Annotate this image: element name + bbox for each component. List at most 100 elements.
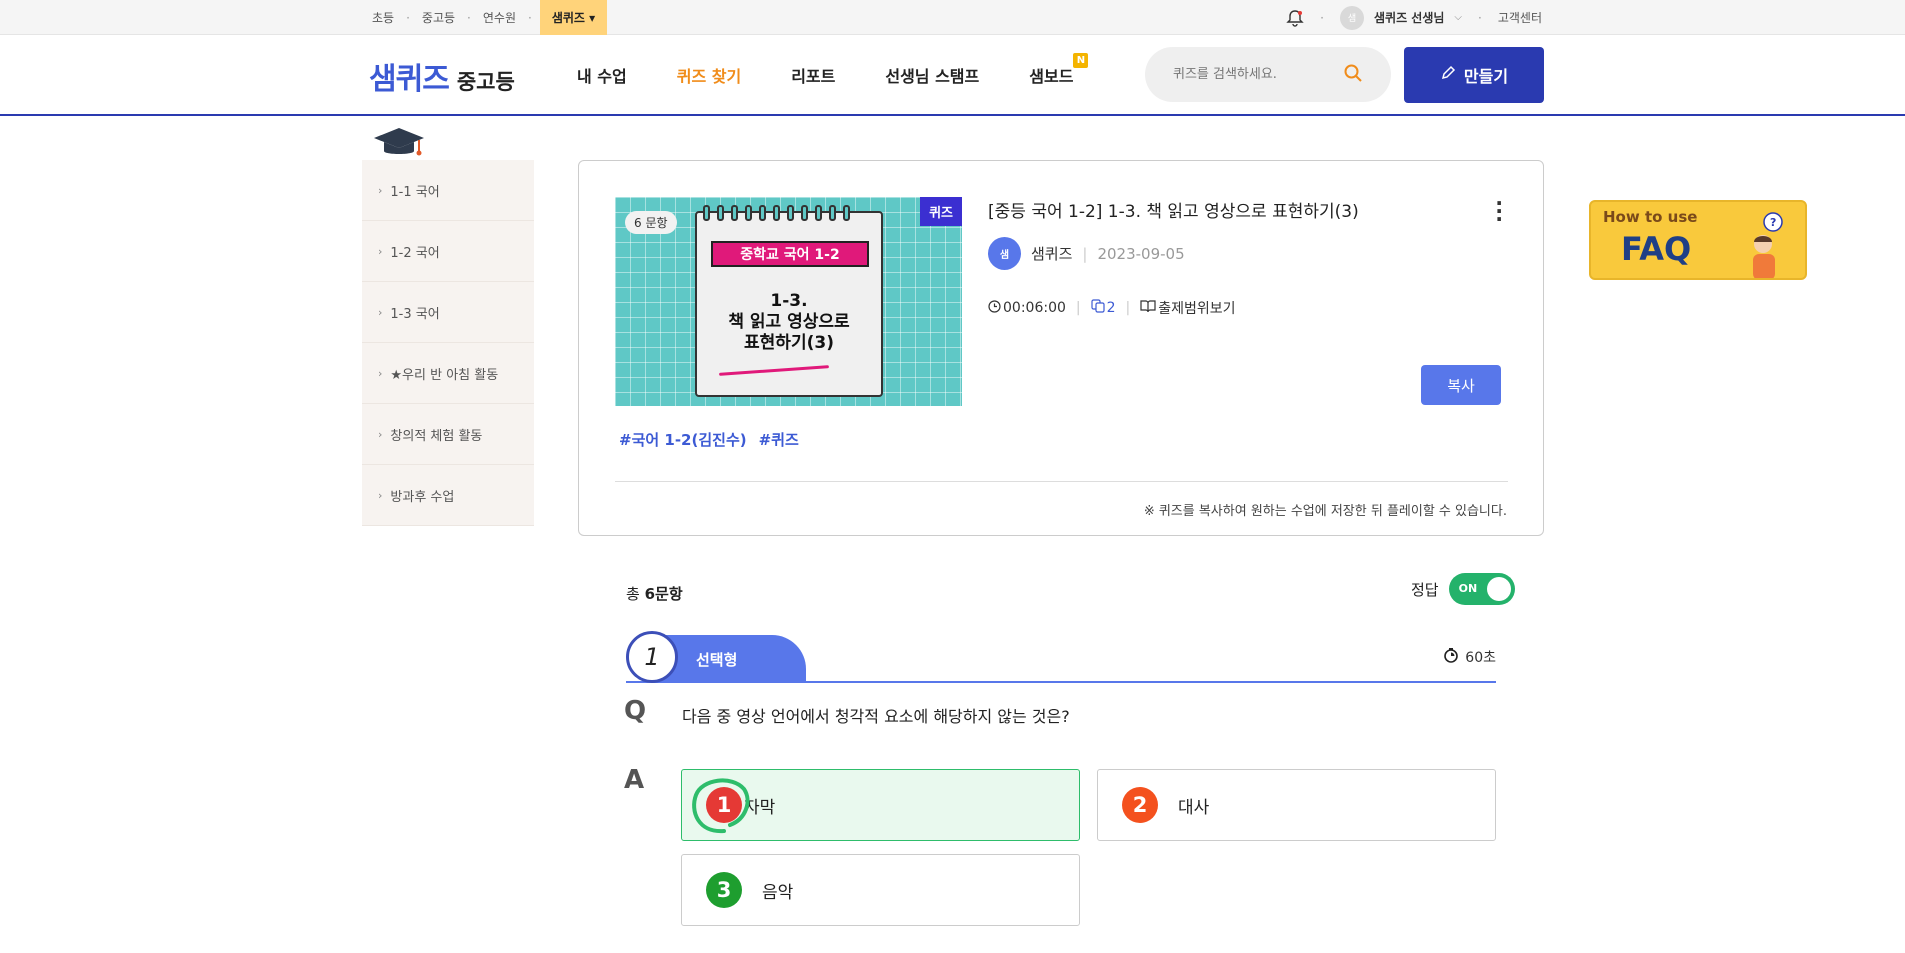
top-utility-bar: 초등 · 중고등 · 연수원 · 샘퀴즈 ▾ · 샘 샘퀴즈 선생님 ⌵ · 고… <box>0 0 1905 35</box>
total-questions: 총 6문항 <box>626 583 683 604</box>
sidebar-item-afterschool[interactable]: › 방과후 수업 <box>362 465 534 526</box>
search-icon[interactable] <box>1343 63 1363 87</box>
copy-button[interactable]: 복사 <box>1421 365 1501 405</box>
logo[interactable]: 샘퀴즈 중고등 <box>369 54 515 98</box>
thumb-body: 1-3. 책 읽고 영상으로 표현하기(3) <box>697 291 881 354</box>
sidebar-item-morning[interactable]: › ★우리 반 아침 활동 <box>362 343 534 404</box>
correct-answer-mark <box>688 773 758 835</box>
time-limit-value: 60초 <box>1465 650 1496 666</box>
thumb-line: 1-3. <box>770 291 808 311</box>
sidebar-item-1-2[interactable]: › 1-2 국어 <box>362 221 534 282</box>
toggle-state: ON <box>1458 582 1478 595</box>
faq-title: FAQ <box>1621 230 1692 268</box>
chevron-right-icon: › <box>378 427 383 441</box>
more-options-icon[interactable]: · · · <box>1495 193 1503 229</box>
class-sidebar: › 1-1 국어 › 1-2 국어 › 1-3 국어 › ★우리 반 아침 활동 › 창의… <box>362 160 534 526</box>
sidebar-item-label: 1-2 국어 <box>390 245 440 261</box>
link-training[interactable]: 연수원 <box>477 9 522 26</box>
make-button-label: 만들기 <box>1463 67 1509 86</box>
divider <box>615 481 1508 482</box>
option-2[interactable]: 2 대사 <box>1097 769 1496 841</box>
sidebar-item-creative[interactable]: › 창의적 체험 활동 <box>362 404 534 465</box>
author-row: 샘 샘퀴즈 | 2023-09-05 <box>988 237 1185 270</box>
nav-my-class[interactable]: 내 수업 <box>577 63 627 87</box>
user-area: · 샘 샘퀴즈 선생님 ⌵ · 고객센터 <box>1286 0 1542 35</box>
teacher-name[interactable]: 샘퀴즈 선생님 <box>1374 9 1444 26</box>
chevron-down-icon[interactable]: ⌵ <box>1454 12 1462 23</box>
search-input[interactable] <box>1173 67 1333 82</box>
total-prefix: 총 <box>626 585 645 603</box>
answer-toggle-switch[interactable]: ON <box>1448 573 1515 605</box>
question-number: 1 <box>626 631 678 683</box>
hashtag-list: #국어 1-2(김진수) #퀴즈 <box>619 429 799 450</box>
thumb-line: 표현하기(3) <box>744 333 834 353</box>
search-box <box>1145 47 1391 102</box>
hashtag[interactable]: #국어 1-2(김진수) <box>619 429 747 450</box>
chevron-right-icon: › <box>378 366 383 380</box>
separator: · <box>1478 10 1482 25</box>
main-nav: 내 수업 퀴즈 찾기 리포트 선생님 스탬프 샘보드 N <box>577 53 1089 87</box>
nav-samboard[interactable]: 샘보드 N <box>1029 53 1089 87</box>
link-elementary[interactable]: 초등 <box>366 9 400 26</box>
tab-samquiz-label: 샘퀴즈 <box>551 11 585 25</box>
faq-banner[interactable]: How to use FAQ ? <box>1589 200 1807 280</box>
copy-note: ※ 퀴즈를 복사하여 원하는 수업에 저장한 뒤 플레이할 수 있습니다. <box>1143 504 1507 519</box>
created-date: 2023-09-05 <box>1097 244 1185 263</box>
author-avatar: 샘 <box>988 237 1021 270</box>
faq-how-text: How to use <box>1603 208 1698 226</box>
time-limit: 60초 <box>1443 647 1496 667</box>
notebook-rings <box>703 205 850 221</box>
chevron-right-icon: › <box>378 244 383 258</box>
option-3[interactable]: 3 음악 <box>681 854 1080 926</box>
quiz-title: [중등 국어 1-2] 1-3. 책 읽고 영상으로 표현하기(3) <box>988 202 1359 222</box>
sidebar-item-label: ★우리 반 아침 활동 <box>390 367 499 383</box>
copy-count-icon <box>1091 299 1105 317</box>
sidebar-item-label: 1-1 국어 <box>390 184 440 200</box>
answer-label: 정답 <box>1411 580 1439 599</box>
duration: 00:06:00 <box>1003 300 1066 316</box>
timer-icon <box>1443 647 1459 667</box>
separator: | <box>1075 300 1081 316</box>
svg-text:?: ? <box>1770 216 1776 229</box>
chevron-right-icon: › <box>378 305 383 319</box>
question-header: 선택형 1 60초 <box>626 631 1496 683</box>
chevron-right-icon: › <box>378 183 383 197</box>
notebook-illustration: 중학교 국어 1-2 1-3. 책 읽고 영상으로 표현하기(3) <box>695 205 883 397</box>
author-name: 샘퀴즈 <box>1031 245 1073 263</box>
sidebar-item-label: 창의적 체험 활동 <box>390 428 483 444</box>
avatar[interactable]: 샘 <box>1339 5 1364 30</box>
scope-link[interactable]: 출제범위보기 <box>1158 298 1235 318</box>
meta-row: 00:06:00 | 2 | 출제범위보기 <box>988 298 1236 318</box>
nav-teacher-stamp[interactable]: 선생님 스탬프 <box>885 63 979 87</box>
option-number: 2 <box>1122 787 1158 823</box>
nav-report[interactable]: 리포트 <box>791 63 835 87</box>
bell-icon[interactable] <box>1286 9 1304 27</box>
separator: · <box>406 10 410 25</box>
quiz-thumbnail[interactable]: 6 문항 퀴즈 중학교 국어 1-2 1-3. 책 읽고 영상으로 표현하기(3… <box>615 197 962 406</box>
question-text: 다음 중 영상 언어에서 청각적 요소에 해당하지 않는 것은? <box>682 707 1070 726</box>
new-badge: N <box>1073 53 1089 68</box>
scribble-decoration <box>719 365 829 376</box>
logo-sub: 중고등 <box>456 70 515 94</box>
main-header: 샘퀴즈 중고등 내 수업 퀴즈 찾기 리포트 선생님 스탬프 샘보드N 만들기 <box>0 35 1905 116</box>
toggle-knob <box>1486 577 1511 601</box>
chevron-right-icon: › <box>378 488 383 502</box>
thumb-title: 중학교 국어 1-2 <box>711 241 869 267</box>
sidebar-item-1-1[interactable]: › 1-1 국어 <box>362 160 534 221</box>
hashtag[interactable]: #퀴즈 <box>759 429 799 450</box>
question-marker: Q <box>624 696 647 726</box>
sidebar-item-1-3[interactable]: › 1-3 국어 <box>362 282 534 343</box>
separator: | <box>1082 244 1088 263</box>
option-number: 3 <box>706 872 742 908</box>
option-label: 음악 <box>762 882 794 903</box>
help-center-link[interactable]: 고객센터 <box>1498 9 1542 26</box>
person-thinking-icon: ? <box>1741 210 1801 278</box>
link-middle-high[interactable]: 중고등 <box>416 9 461 26</box>
nav-find-quiz[interactable]: 퀴즈 찾기 <box>677 63 741 87</box>
question-count-badge: 6 문항 <box>625 211 677 234</box>
copy-count: 2 <box>1106 300 1116 316</box>
make-button[interactable]: 만들기 <box>1404 47 1544 103</box>
tab-samquiz[interactable]: 샘퀴즈 ▾ <box>539 0 608 35</box>
thumb-line: 책 읽고 영상으로 <box>728 312 850 332</box>
graduation-cap-icon <box>372 126 426 164</box>
